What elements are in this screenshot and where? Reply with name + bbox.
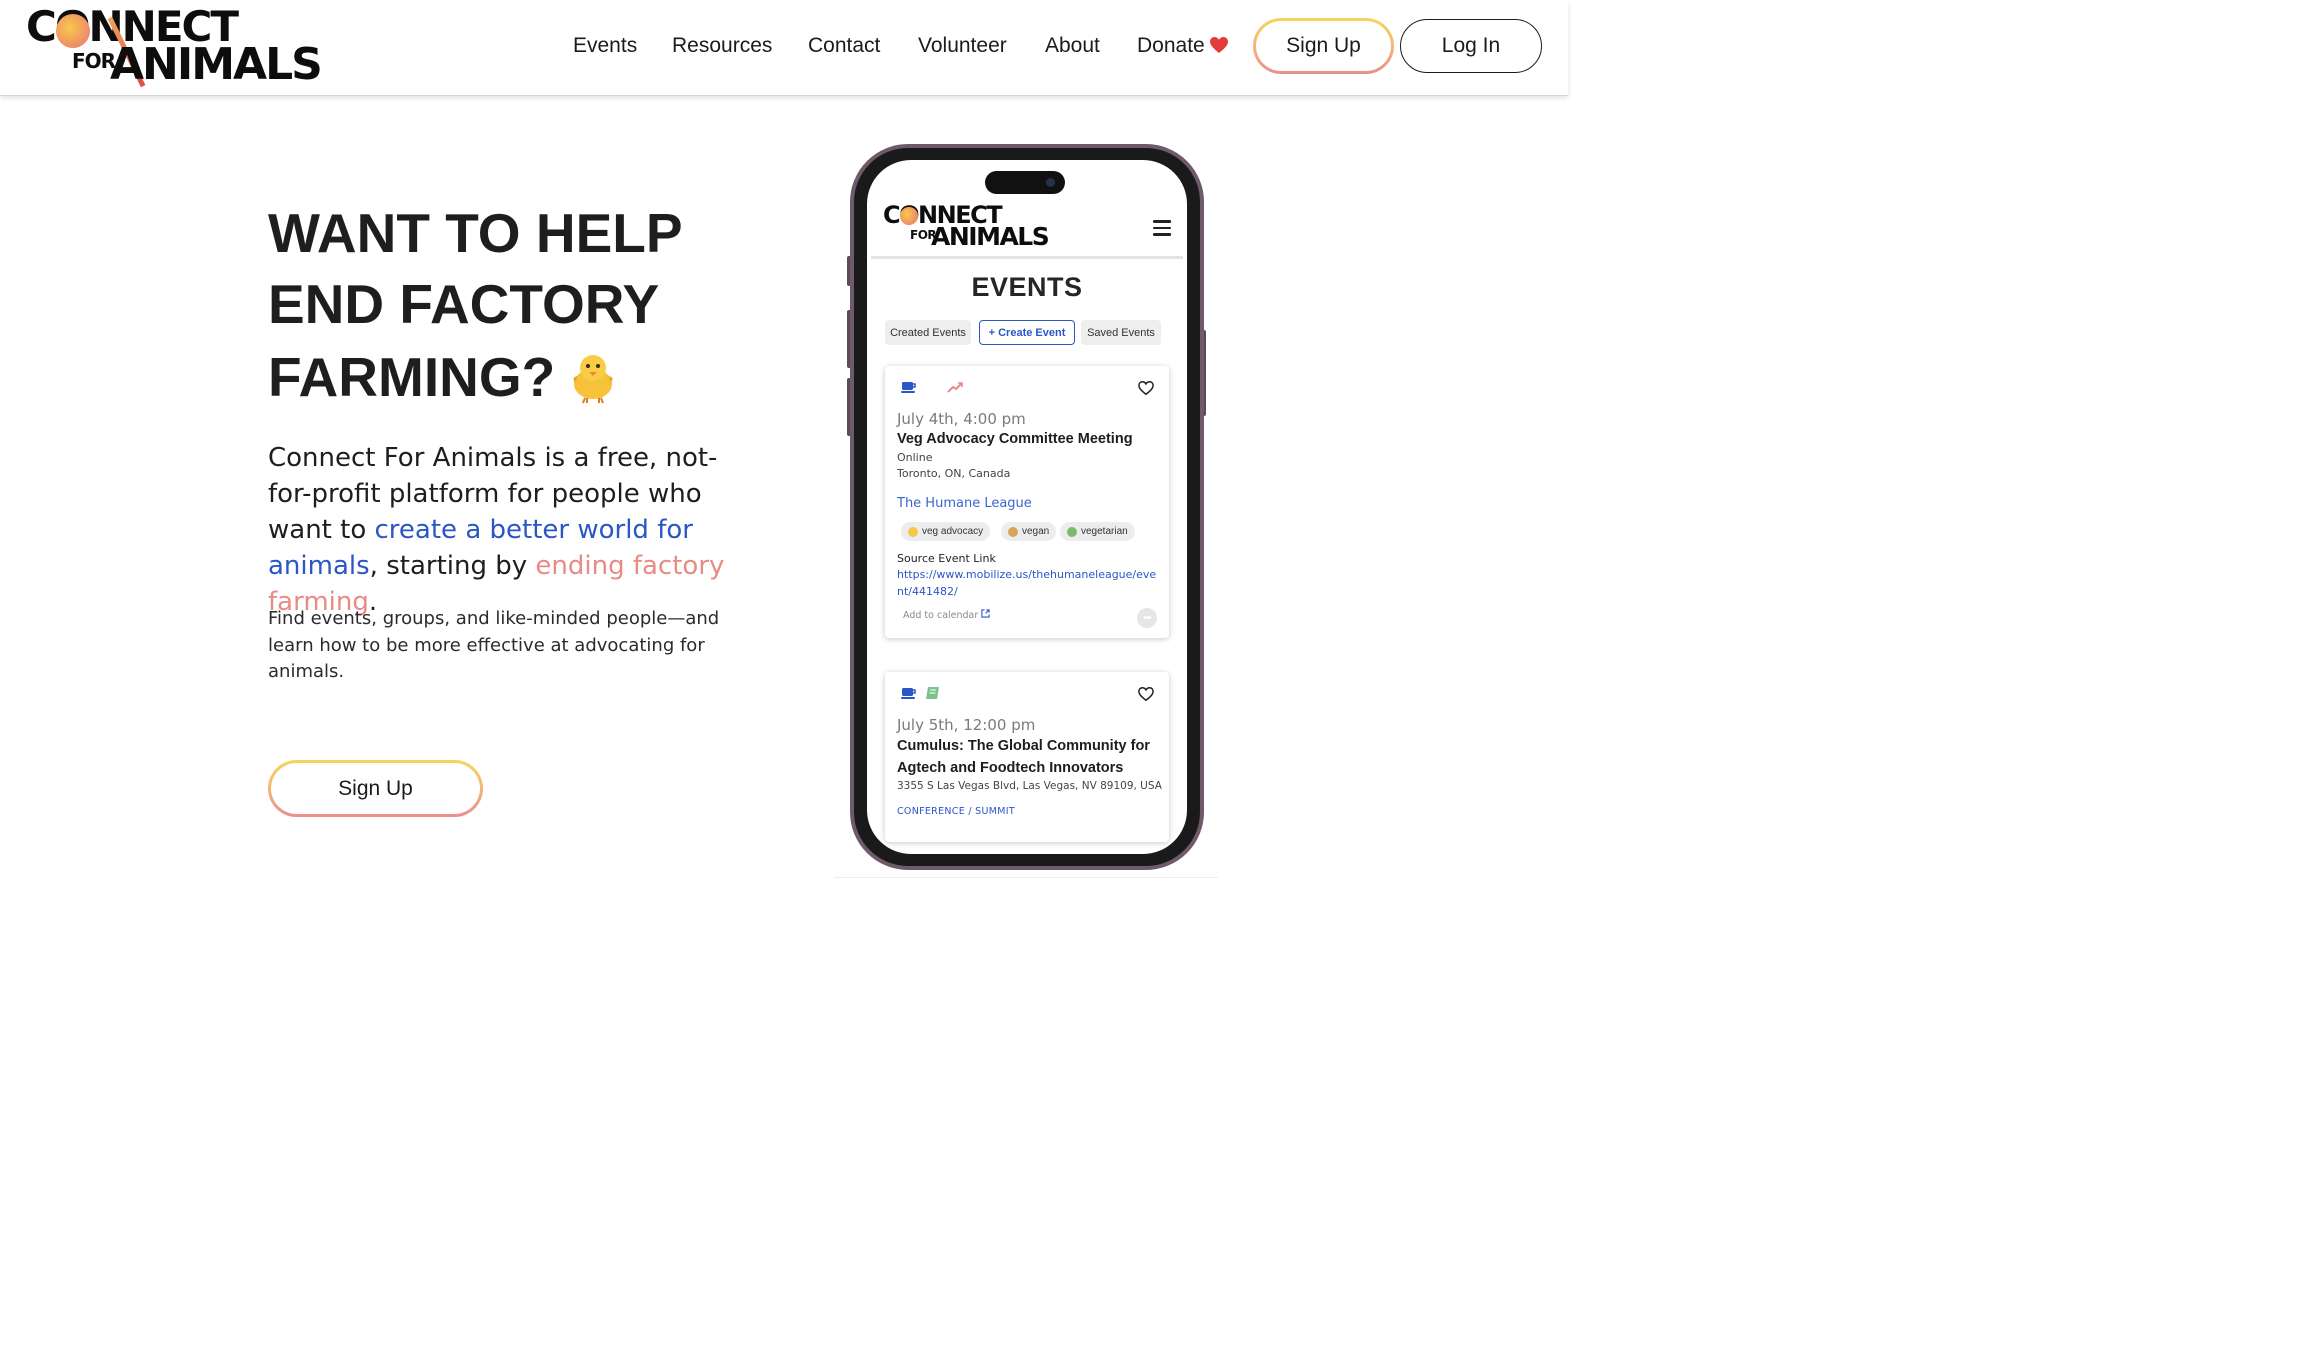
headline-line1: WANT TO HELP [268, 202, 683, 264]
event-location: Toronto, ON, Canada [897, 467, 1011, 480]
headline-line2: END FACTORY [268, 273, 660, 335]
nav-contact[interactable]: Contact [808, 28, 880, 64]
phone-logo-line2: ANIMALS [931, 222, 1050, 251]
smile-emoji-icon [908, 526, 918, 537]
coffee-icon [901, 382, 916, 393]
hero-signup-label: Sign Up [271, 763, 480, 814]
hamburger-menu-icon[interactable] [1153, 220, 1171, 236]
tab-saved-events[interactable]: Saved Events [1081, 320, 1161, 345]
tag-label: vegetarian [1081, 526, 1128, 537]
phone-logo-badge-icon [900, 207, 918, 225]
nav-donate[interactable]: Donate [1137, 28, 1229, 64]
hero-signup-button[interactable]: Sign Up [268, 760, 483, 817]
tag-vegetarian[interactable]: vegetarian [1060, 522, 1135, 541]
headline-line3: FARMING? [268, 340, 788, 413]
hero-headline: WANT TO HELP END FACTORY FARMING? [268, 198, 788, 413]
hero-subtext: Find events, groups, and like-minded peo… [268, 608, 720, 682]
plant-emoji-icon [1008, 526, 1018, 537]
event-title[interactable]: Cumulus: The Global Community for Agtech… [897, 736, 1159, 779]
event-location-type: Online [897, 451, 933, 464]
nav-events[interactable]: Events [573, 28, 637, 64]
events-page-title: EVENTS [971, 272, 1083, 302]
camera-icon [1046, 178, 1055, 187]
event-date: July 5th, 12:00 pm [897, 716, 1036, 734]
dynamic-island [985, 171, 1065, 194]
nav-about[interactable]: About [1045, 28, 1100, 64]
coffee-icon [901, 688, 916, 699]
header-login-button[interactable]: Log In [1400, 19, 1542, 73]
tag-veg-advocacy[interactable]: veg advocacy [901, 522, 991, 541]
tag-label: vegan [1022, 526, 1050, 537]
logo-badge-icon [56, 14, 90, 48]
tag-vegan[interactable]: vegan [1001, 522, 1057, 541]
hero-lead: Connect For Animals is a free, not-for-p… [268, 440, 758, 620]
event-card[interactable]: July 4th, 4:00 pm Veg Advocacy Committee… [885, 366, 1169, 638]
source-event-label: Source Event Link [897, 552, 996, 565]
nav-resources[interactable]: Resources [672, 28, 772, 64]
nav-volunteer[interactable]: Volunteer [918, 28, 1007, 64]
logo-for: FOR [72, 49, 116, 73]
heart-favorite-icon[interactable] [1137, 380, 1155, 396]
phone-logo[interactable]: CONNECT FOR ANIMALS [883, 202, 1073, 254]
logo-line2: ANIMALS [110, 39, 323, 90]
tab-created-events[interactable]: Created Events [885, 320, 971, 345]
phone-shadow-line [834, 877, 1218, 878]
event-date: July 4th, 4:00 pm [897, 410, 1026, 428]
calendar-label: Add to calendar [903, 610, 979, 621]
event-title[interactable]: Veg Advocacy Committee Meeting [897, 429, 1159, 451]
event-location: 3355 S Las Vegas Blvd, Las Vegas, NV 891… [897, 780, 1162, 792]
book-icon [926, 687, 939, 699]
heart-icon [1209, 37, 1228, 53]
chick-emoji-icon [573, 355, 613, 404]
event-tags: veg advocacy vegan vegetarian [897, 522, 1159, 542]
leaf-emoji-icon [1067, 526, 1077, 537]
event-organizer-link[interactable]: The Humane League [897, 496, 1032, 511]
headline-line3-text: FARMING? [268, 346, 556, 408]
source-event-link[interactable]: https://www.mobilize.us/thehumaneleague/… [897, 567, 1163, 600]
site-logo[interactable]: CONNECT FOR ANIMALS [26, 4, 326, 90]
trend-chart-icon [947, 382, 963, 393]
event-category: CONFERENCE / SUMMIT [897, 806, 1015, 817]
nav-donate-label: Donate [1137, 34, 1205, 57]
phone-header-divider [871, 256, 1183, 259]
phone-screen: CONNECT FOR ANIMALS EVENTS Created Event… [867, 160, 1187, 854]
external-link-icon [981, 609, 990, 618]
tag-label: veg advocacy [922, 526, 984, 537]
tab-create-event[interactable]: + Create Event [979, 320, 1075, 345]
event-card[interactable]: July 5th, 12:00 pm Cumulus: The Global C… [885, 672, 1169, 842]
site-header: CONNECT FOR ANIMALS Events Resources Con… [0, 0, 1568, 96]
header-signup-button[interactable]: Sign Up [1253, 18, 1394, 74]
header-signup-label: Sign Up [1256, 21, 1391, 71]
more-icon[interactable]: ••• [1137, 608, 1157, 628]
heart-favorite-icon[interactable] [1137, 686, 1155, 702]
add-to-calendar-link[interactable]: Add to calendar [903, 609, 990, 621]
lead-text-2: , starting by [369, 551, 536, 581]
